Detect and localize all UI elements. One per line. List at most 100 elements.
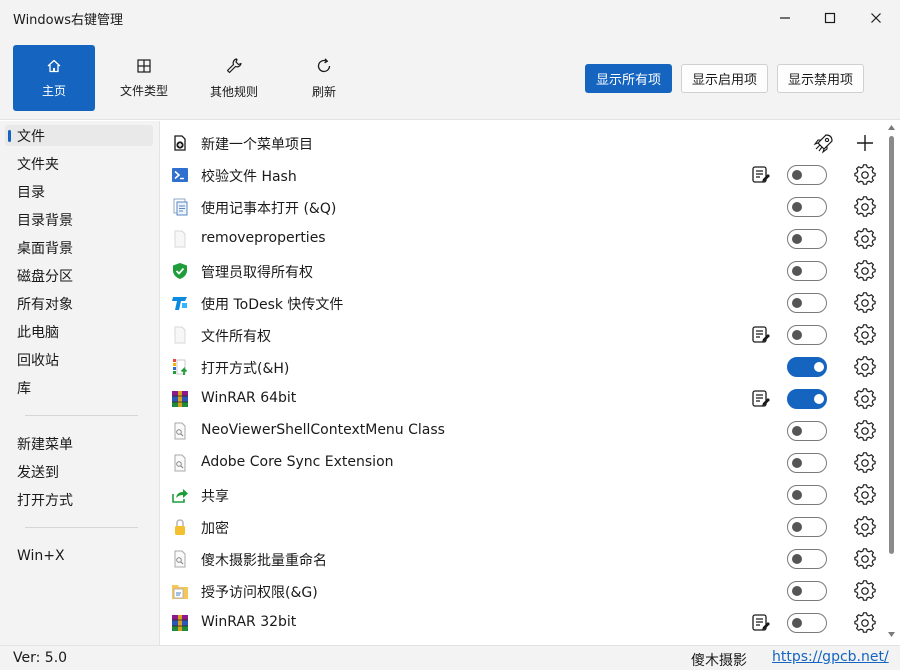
enable-toggle[interactable] <box>787 517 827 537</box>
menu-item-row[interactable]: 授予访问权限(&G) <box>161 575 900 607</box>
enable-toggle[interactable] <box>787 485 827 505</box>
gear-icon[interactable] <box>854 292 876 314</box>
file-types-tab-button[interactable]: 文件类型 <box>103 45 185 111</box>
scroll-down-icon[interactable] <box>888 632 895 637</box>
sidebar-item-file[interactable]: 文件 <box>5 125 153 146</box>
gear-icon[interactable] <box>854 164 876 186</box>
menu-item-label: 管理员取得所有权 <box>201 265 313 281</box>
sidebar-item-recycle-bin[interactable]: 回收站 <box>5 349 153 370</box>
registry-edit-icon[interactable] <box>751 613 771 633</box>
gear-icon[interactable] <box>854 388 876 410</box>
gear-icon[interactable] <box>854 356 876 378</box>
menu-item-row[interactable]: 文件所有权 <box>161 319 900 351</box>
sidebar-item-library[interactable]: 库 <box>5 377 153 398</box>
menu-item-label: 授予访问权限(&G) <box>201 585 318 601</box>
gear-icon[interactable] <box>854 612 876 634</box>
sidebar-item-drive[interactable]: 磁盘分区 <box>5 265 153 286</box>
gear-icon[interactable] <box>854 516 876 538</box>
menu-item-row[interactable]: WinRAR 64bit <box>161 383 900 415</box>
menu-item-row[interactable]: 管理员取得所有权 <box>161 255 900 287</box>
enable-toggle[interactable] <box>787 613 827 633</box>
show-disabled-button[interactable]: 显示禁用项 <box>777 64 865 93</box>
sidebar-item-send-to[interactable]: 发送到 <box>5 461 153 482</box>
scroll-up-icon[interactable] <box>888 125 895 130</box>
website-link[interactable]: https://gpcb.net/ <box>772 649 889 665</box>
sidebar-item-new-menu[interactable]: 新建菜单 <box>5 433 153 454</box>
winrar-icon <box>172 615 188 631</box>
sidebar-item-folder[interactable]: 文件夹 <box>5 153 153 174</box>
home-tab-button[interactable]: 主页 <box>13 45 95 111</box>
menu-item-row[interactable]: WinRAR 32bit <box>161 607 900 639</box>
gear-icon[interactable] <box>854 548 876 570</box>
enable-toggle[interactable] <box>787 453 827 473</box>
menu-item-row[interactable]: removeproperties <box>161 223 900 255</box>
show-all-button[interactable]: 显示所有项 <box>585 64 673 93</box>
sidebar-item-open-with[interactable]: 打开方式 <box>5 489 153 510</box>
enable-toggle[interactable] <box>787 293 827 313</box>
menu-item-row[interactable]: 共享 <box>161 479 900 511</box>
registry-edit-icon[interactable] <box>751 389 771 409</box>
registry-edit-icon[interactable] <box>751 325 771 345</box>
enable-toggle[interactable] <box>787 165 827 185</box>
gear-icon[interactable] <box>854 324 876 346</box>
title-bar: Windows右键管理 <box>0 0 900 36</box>
sidebar-item-desktop-background[interactable]: 桌面背景 <box>5 237 153 258</box>
scroll-thumb[interactable] <box>889 136 894 554</box>
close-button[interactable] <box>853 0 899 36</box>
sidebar-item-directory-background[interactable]: 目录背景 <box>5 209 153 230</box>
menu-item-row[interactable]: 加密 <box>161 511 900 543</box>
winrar-icon <box>172 391 188 407</box>
gear-icon[interactable] <box>854 196 876 218</box>
menu-item-row[interactable]: 校验文件 Hash <box>161 159 900 191</box>
other-rules-tab-button[interactable]: 其他规则 <box>193 45 275 111</box>
minimize-button[interactable] <box>762 0 808 36</box>
menu-item-row[interactable]: 使用 ToDesk 快传文件 <box>161 287 900 319</box>
toggle-knob <box>814 362 824 372</box>
enable-toggle[interactable] <box>787 357 827 377</box>
enable-toggle[interactable] <box>787 261 827 281</box>
enable-toggle[interactable] <box>787 229 827 249</box>
menu-item-row[interactable]: 打开方式(&H) <box>161 351 900 383</box>
enable-toggle[interactable] <box>787 549 827 569</box>
maximize-icon <box>824 12 836 24</box>
gear-icon[interactable] <box>854 420 876 442</box>
menu-item-label: 校验文件 Hash <box>201 169 297 185</box>
author-link[interactable]: 傻木摄影 <box>691 650 747 670</box>
sidebar-item-this-pc[interactable]: 此电脑 <box>5 321 153 342</box>
toolbar: 主页 文件类型 其他规则 刷新 显示所有项 显示启用项 显示禁用项 <box>0 36 900 120</box>
menu-item-label: 打开方式(&H) <box>201 361 290 377</box>
rocket-icon[interactable] <box>813 132 835 154</box>
sidebar-item-winx[interactable]: Win+X <box>5 545 153 566</box>
menu-item-row[interactable]: NeoViewerShellContextMenu Class <box>161 415 900 447</box>
dll-file-icon <box>174 454 186 472</box>
refresh-button[interactable]: 刷新 <box>283 45 365 111</box>
enable-toggle[interactable] <box>787 581 827 601</box>
plus-icon[interactable] <box>855 133 875 153</box>
enable-toggle[interactable] <box>787 325 827 345</box>
sidebar-item-all-objects[interactable]: 所有对象 <box>5 293 153 314</box>
grid-icon <box>137 58 151 73</box>
toggle-knob <box>792 170 802 180</box>
gear-icon[interactable] <box>854 260 876 282</box>
new-menu-item-row[interactable]: 新建一个菜单项目 <box>161 127 900 159</box>
menu-item-label: Adobe Core Sync Extension <box>201 454 394 470</box>
new-item-icon <box>174 135 186 151</box>
enable-toggle[interactable] <box>787 197 827 217</box>
enable-toggle[interactable] <box>787 421 827 441</box>
toggle-knob <box>792 266 802 276</box>
show-enabled-button[interactable]: 显示启用项 <box>681 64 769 93</box>
status-bar: Ver: 5.0 傻木摄影 https://gpcb.net/ <box>0 645 900 670</box>
registry-edit-icon[interactable] <box>751 165 771 185</box>
gear-icon[interactable] <box>854 580 876 602</box>
menu-item-row[interactable]: 傻木摄影批量重命名 <box>161 543 900 575</box>
maximize-button[interactable] <box>807 0 853 36</box>
gear-icon[interactable] <box>854 452 876 474</box>
gear-icon[interactable] <box>854 228 876 250</box>
menu-item-row[interactable]: 使用记事本打开 (&Q) <box>161 191 900 223</box>
gear-icon[interactable] <box>854 484 876 506</box>
sidebar-item-directory[interactable]: 目录 <box>5 181 153 202</box>
enable-toggle[interactable] <box>787 389 827 409</box>
blank-file-icon <box>174 230 186 248</box>
home-icon <box>47 59 61 72</box>
menu-item-row[interactable]: Adobe Core Sync Extension <box>161 447 900 479</box>
